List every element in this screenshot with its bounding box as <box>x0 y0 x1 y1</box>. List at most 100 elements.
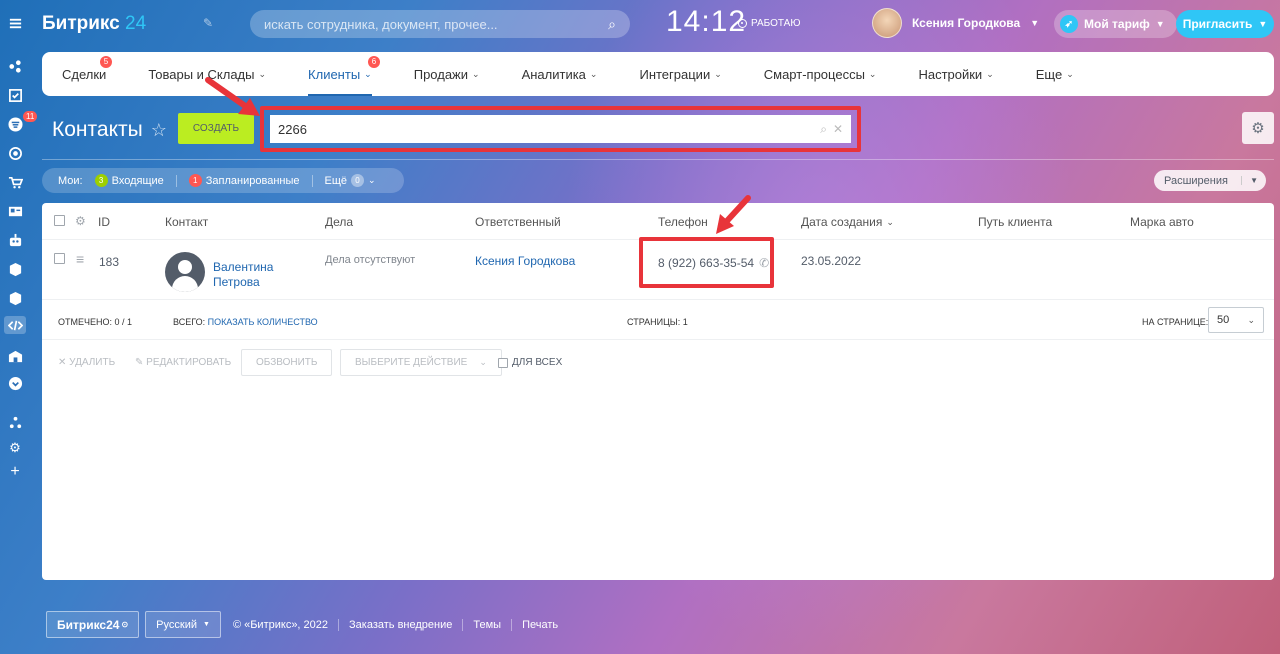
divider <box>175 174 177 187</box>
box-icon[interactable] <box>6 260 24 278</box>
menu-item-more[interactable]: Еще ⌄ <box>1036 52 1074 96</box>
delete-action[interactable]: ✕ УДАЛИТЬ <box>58 349 115 376</box>
pencil-icon[interactable]: ✎ <box>203 16 213 30</box>
star-icon[interactable]: ☆ <box>151 120 167 141</box>
logo-text: Битрикс <box>42 13 120 34</box>
for-all-toggle[interactable]: ДЛЯ ВСЕХ <box>498 349 562 376</box>
box-icon[interactable] <box>6 289 24 307</box>
edit-action[interactable]: ✎ РЕДАКТИРОВАТЬ <box>135 349 231 376</box>
menu-item-clients[interactable]: Клиенты ⌄ 6 <box>308 52 381 96</box>
phone-call-icon[interactable]: ✆ <box>759 256 769 270</box>
phone-value[interactable]: 8 (922) 663-35-54 <box>658 256 754 270</box>
per-page-label: НА СТРАНИЦЕ: <box>1142 317 1209 327</box>
select-all-checkbox[interactable] <box>54 215 65 226</box>
copyright-text: © «Битрикс», 2022 <box>223 618 340 631</box>
search-icon[interactable]: ⌕ <box>820 122 827 137</box>
column-header-client-path[interactable]: Путь клиента <box>978 215 1052 229</box>
count-badge: 1 <box>188 174 202 187</box>
print-link[interactable]: Печать <box>512 619 568 631</box>
themes-link[interactable]: Темы <box>463 618 513 631</box>
search-icon[interactable]: ⌕ <box>608 16 616 33</box>
call-button[interactable]: ОБЗВОНИТЬ <box>241 349 333 376</box>
column-header-responsible[interactable]: Ответственный <box>475 215 561 229</box>
filter-search[interactable]: ⌕ ✕ <box>270 115 851 143</box>
call-action[interactable]: ОБЗВОНИТЬ <box>241 349 333 376</box>
choose-action[interactable]: ВЫБЕРИТЕ ДЕЙСТВИЕ ⌄ <box>340 349 502 376</box>
clock: 14:12 <box>666 5 747 38</box>
count-badge: 6 <box>368 56 381 68</box>
divider <box>42 299 1274 300</box>
settings-button[interactable]: ⚙ <box>1242 112 1274 144</box>
plus-icon[interactable]: + <box>6 463 24 481</box>
edit-label: РЕДАКТИРОВАТЬ <box>146 357 232 368</box>
sitemap-icon[interactable] <box>6 413 24 431</box>
order-link[interactable]: Заказать внедрение <box>339 618 464 631</box>
robot-icon[interactable] <box>6 231 24 249</box>
search-input[interactable] <box>264 16 609 32</box>
column-header-car-brand[interactable]: Марка авто <box>1130 215 1194 229</box>
counter-label: Запланированные <box>205 174 300 187</box>
bitrix-logo[interactable]: Битрикс 24 <box>42 13 146 35</box>
feed-icon[interactable] <box>6 57 24 75</box>
gear-icon[interactable]: ⚙ <box>6 439 24 457</box>
menu-item-sales[interactable]: Продажи ⌄ <box>414 52 480 96</box>
annotation-arrow <box>716 195 751 234</box>
action-select[interactable]: ВЫБЕРИТЕ ДЕЙСТВИЕ ⌄ <box>340 349 502 376</box>
for-all-checkbox[interactable] <box>498 357 508 368</box>
per-page-select[interactable]: 50 ⌄ <box>1208 307 1264 333</box>
gear-icon[interactable]: ⚙ <box>75 214 86 228</box>
contact-first-name[interactable]: Валентина <box>213 260 273 274</box>
shop-icon[interactable] <box>6 173 24 191</box>
work-status-label: РАБОТАЮ <box>751 18 801 29</box>
row-menu-icon[interactable]: ≡ <box>76 251 84 267</box>
language-select[interactable]: Русский ▼ <box>145 611 221 638</box>
chevron-down-icon[interactable] <box>6 374 24 392</box>
invite-button[interactable]: Пригласить ▼ <box>1176 10 1274 38</box>
left-sidebar: 11 ⚙ + <box>0 0 38 654</box>
counter-more[interactable]: Ещё 0 ⌄ <box>325 174 376 187</box>
menu-item-integrations[interactable]: Интеграции ⌄ <box>639 52 721 96</box>
row-checkbox[interactable] <box>54 253 65 264</box>
contact-avatar[interactable] <box>165 252 205 292</box>
menu-item-analytics[interactable]: Аналитика ⌄ <box>522 52 598 96</box>
menu-item-label: Сделки <box>62 66 107 82</box>
show-count-link[interactable]: ПОКАЗАТЬ КОЛИЧЕСТВО <box>208 317 318 327</box>
target-icon[interactable] <box>6 144 24 162</box>
menu-item-settings[interactable]: Настройки ⌄ <box>918 52 993 96</box>
chevron-down-icon: ⌄ <box>1247 314 1255 325</box>
tariff-button[interactable]: ➶ Мой тариф ▼ <box>1054 10 1177 38</box>
column-header-activities[interactable]: Дела <box>325 215 353 229</box>
column-header-id[interactable]: ID <box>98 215 110 229</box>
counter-label: Входящие <box>111 174 164 187</box>
menu-item-deals[interactable]: Сделки 5 <box>62 52 112 96</box>
chevron-down-icon: ▼ <box>1030 18 1040 28</box>
contact-last-name[interactable]: Петрова <box>213 275 260 289</box>
contact-card-icon[interactable] <box>6 202 24 220</box>
filter-input[interactable] <box>278 121 815 137</box>
total-label: ВСЕГО: <box>173 317 206 327</box>
responsible-link[interactable]: Ксения Городкова <box>475 254 575 268</box>
menu-item-smart-processes[interactable]: Смарт-процессы ⌄ <box>764 52 877 96</box>
column-header-phone[interactable]: Телефон <box>658 215 708 229</box>
counter-planned[interactable]: 1 Запланированные <box>188 174 300 187</box>
code-icon[interactable] <box>4 316 26 334</box>
tasks-icon[interactable] <box>6 86 24 104</box>
work-status-button[interactable]: РАБОТАЮ <box>738 18 800 29</box>
close-icon[interactable]: ✕ <box>833 122 843 136</box>
footer-brand[interactable]: Битрикс24 ⊙ <box>46 611 140 638</box>
menu-icon[interactable] <box>6 14 24 32</box>
crm-icon[interactable]: 11 <box>6 111 38 133</box>
page-title-text: Контакты <box>52 118 143 141</box>
column-header-contact[interactable]: Контакт <box>165 215 208 229</box>
extensions-button[interactable]: Расширения ▼ <box>1154 170 1266 191</box>
store-icon[interactable] <box>6 347 24 365</box>
marked-counter: ОТМЕЧЕНО: 0 / 1 <box>58 317 133 327</box>
divider <box>42 339 1274 340</box>
global-search[interactable]: ⌕ <box>250 10 630 38</box>
tariff-label: Мой тариф <box>1084 17 1150 31</box>
status-icon <box>738 19 747 28</box>
column-header-created[interactable]: Дата создания ⌄ <box>801 215 894 229</box>
divider <box>42 159 1274 160</box>
user-menu[interactable]: Ксения Городкова ▼ <box>872 8 1039 38</box>
counter-incoming[interactable]: 3 Входящие <box>94 174 164 187</box>
